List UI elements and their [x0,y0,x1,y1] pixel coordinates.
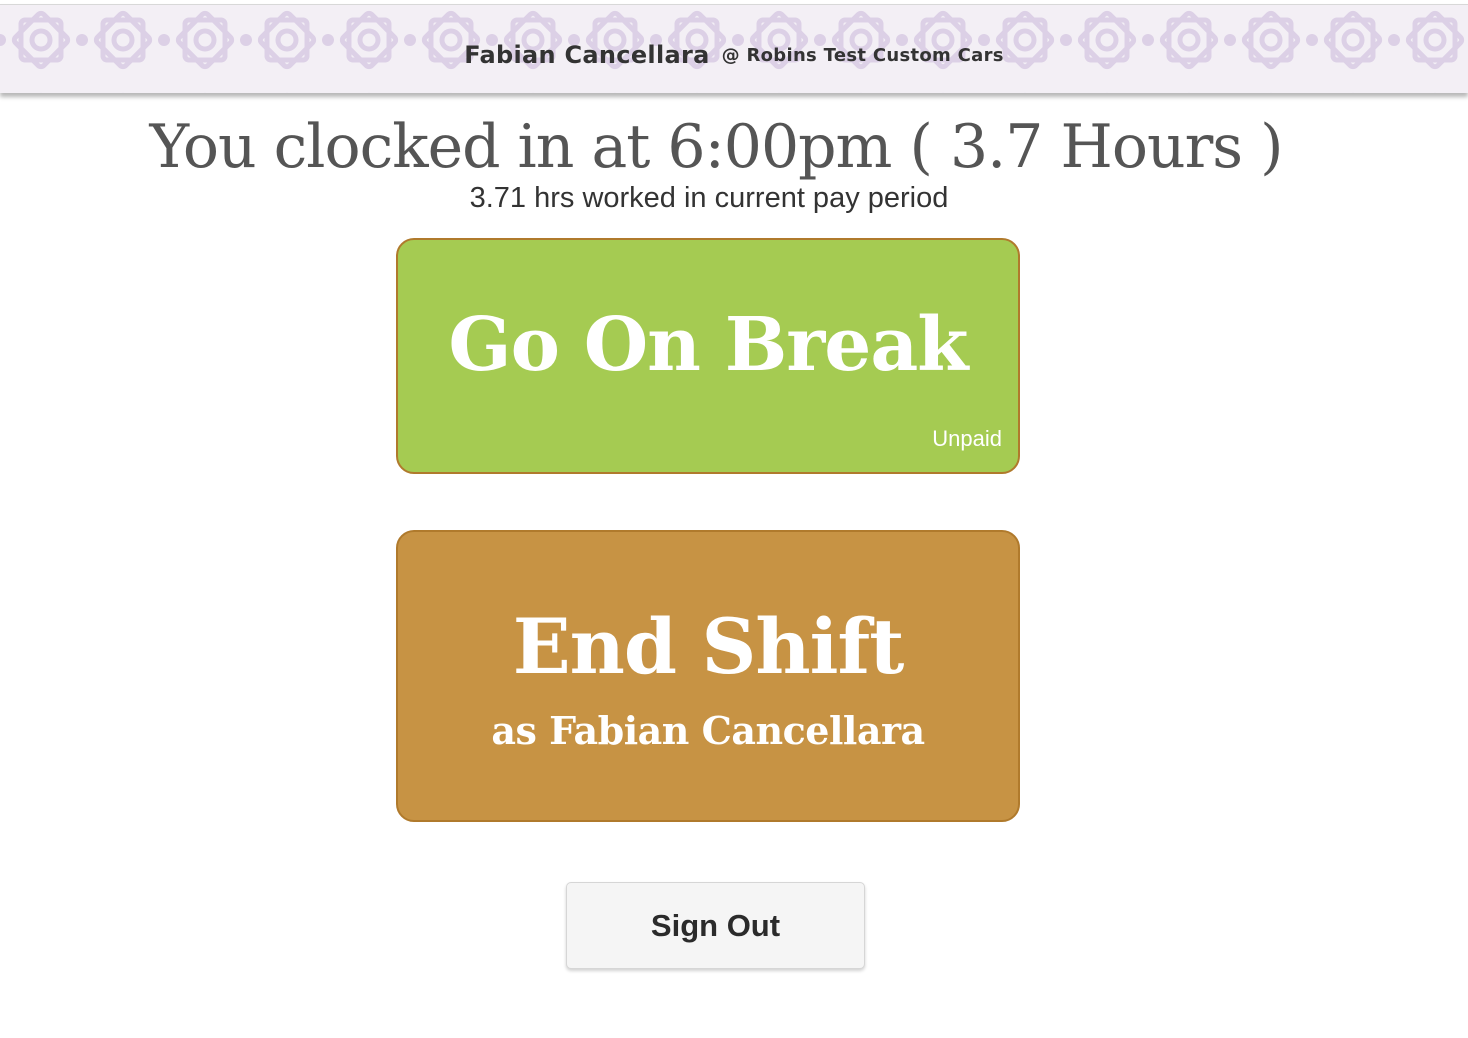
header-title: Fabian Cancellara @ Robins Test Custom C… [0,5,1468,93]
sign-out-button[interactable]: Sign Out [566,882,865,969]
clocked-in-heading: You clocked in at 6:00pm ( 3.7 Hours ) [149,112,1283,182]
end-shift-label: End Shift [512,602,905,691]
header-user-name: Fabian Cancellara [464,41,710,69]
go-on-break-button[interactable]: Go On Break Unpaid [396,238,1020,474]
end-shift-button[interactable]: End Shift as Fabian Cancellara [396,530,1020,822]
header-org-name: @ Robins Test Custom Cars [721,44,1004,66]
header-bar: Fabian Cancellara @ Robins Test Custom C… [0,4,1468,93]
break-unpaid-note: Unpaid [932,426,1002,451]
end-shift-user-label: as Fabian Cancellara [491,708,925,753]
page: Fabian Cancellara @ Robins Test Custom C… [0,0,1468,1038]
go-on-break-label: Go On Break [448,302,968,388]
hours-worked-text: 3.71 hrs worked in current pay period [469,182,949,214]
